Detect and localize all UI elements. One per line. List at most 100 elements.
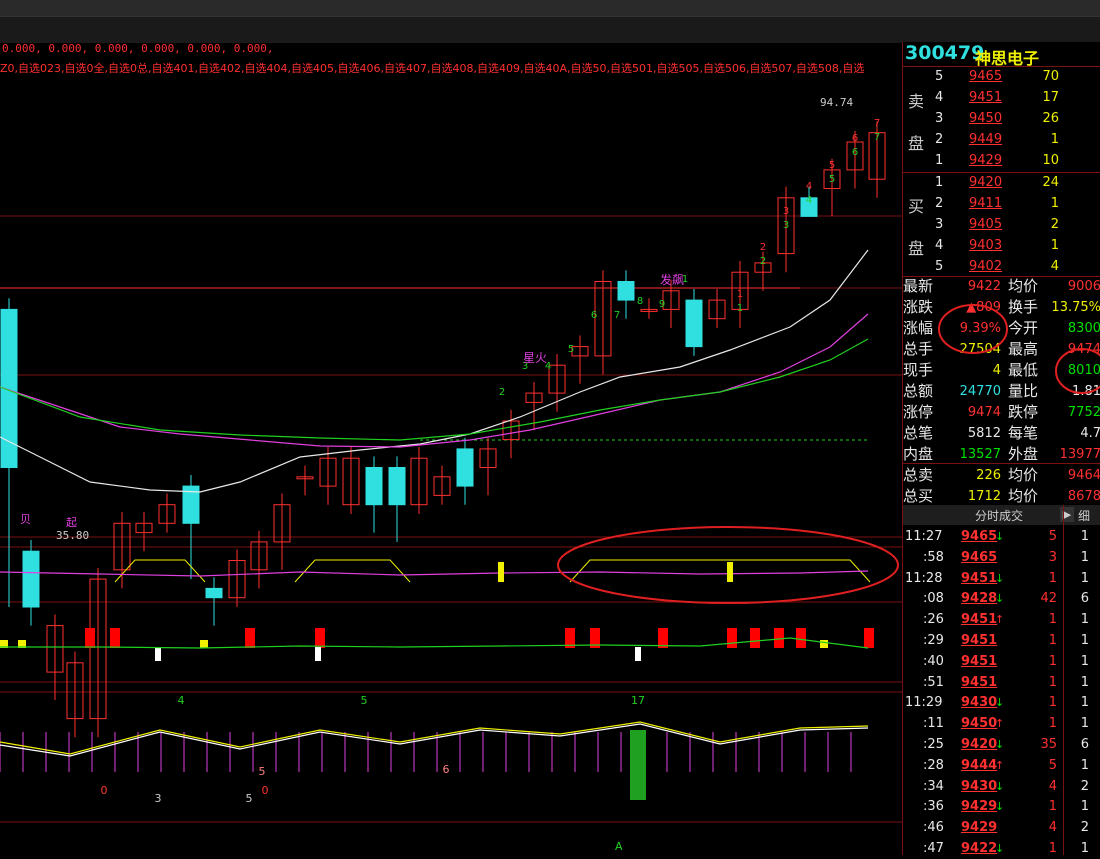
stock-code: 300479: [905, 42, 985, 64]
tick-volume: 1: [1048, 570, 1057, 586]
tick-volume: 1: [1048, 633, 1057, 648]
stat-row: 最新 9422 均价 9006: [903, 276, 1100, 297]
stat-row: 总手 27504 最高 9474: [903, 339, 1100, 360]
stat-value: 8300: [1067, 321, 1100, 336]
indicator2-bar-red: [727, 628, 737, 648]
stat-key: 总手: [903, 340, 934, 358]
chart-canvas[interactable]: 1122334455667723 456 78 914 5 1703 505 6: [0, 42, 902, 855]
stat-key: 内盘: [903, 445, 934, 463]
order-buy-row[interactable]: 3 9405 2: [903, 214, 1100, 235]
detail-button[interactable]: 细: [1078, 507, 1090, 524]
level-num: 3: [935, 111, 944, 126]
order-buy-row[interactable]: 2 9411 1: [903, 193, 1100, 214]
stat-key: 现手: [903, 361, 934, 379]
stat-key: 换手: [1008, 298, 1039, 316]
level-num: 5: [935, 69, 944, 84]
tick-row[interactable]: :40 9451 1 1: [903, 651, 1100, 672]
tick-price: 9451: [961, 674, 998, 690]
order-sell-row[interactable]: 3 9450 26: [903, 108, 1100, 129]
tick-time: :34: [923, 778, 944, 794]
sell-price: 9429: [969, 153, 1003, 168]
indicator2-bar-white: [635, 647, 641, 661]
stat-value: ▲809: [966, 300, 1001, 315]
kline-chart-area[interactable]: 0.000, 0.000, 0.000, 0.000, 0.000, 0.000…: [0, 42, 902, 855]
stat-key: 总卖: [903, 466, 934, 484]
level-num: 1: [935, 175, 944, 190]
indicator2-line: [0, 637, 869, 649]
signal-letter-a: A: [615, 840, 623, 853]
order-buy-row[interactable]: 1 9420 24: [903, 172, 1100, 193]
indicator2-bar-red: [245, 628, 255, 648]
tick-time: :36: [923, 799, 944, 815]
count-label-mid: 8: [637, 296, 643, 307]
ticks-header[interactable]: 分时成交 ▶ 细: [903, 505, 1100, 525]
tick-row[interactable]: :29 9451 1 1: [903, 630, 1100, 651]
level-num: 4: [935, 238, 944, 253]
tick-row[interactable]: :11 9450 ↑ 1 1: [903, 713, 1100, 734]
level-num: 1: [935, 153, 944, 168]
count-label-mid: 9: [659, 299, 665, 310]
annotation-bei: 贝: [20, 513, 31, 526]
tick-row[interactable]: :47 9422 ↓ 1 1: [903, 838, 1100, 859]
tick-price: 9429: [961, 799, 998, 815]
tick-volume: 35: [1040, 737, 1057, 752]
order-sell-row[interactable]: 5 9465 70: [903, 66, 1100, 87]
tick-row[interactable]: 11:28 9451 ↓ 1 1: [903, 568, 1100, 589]
tick-volume: 3: [1048, 549, 1057, 565]
stat-value: 9006: [1067, 279, 1100, 294]
indicator2-bar-white: [315, 647, 321, 661]
tick-time: :28: [923, 757, 944, 773]
stat-row: 涨跌 ▲809 换手 13.75%: [903, 297, 1100, 318]
tick-row[interactable]: 11:29 9430 ↓ 1 1: [903, 692, 1100, 713]
tick-price: 9429: [961, 820, 998, 836]
tick-row[interactable]: :25 9420 ↓ 35 6: [903, 734, 1100, 755]
annotation-fabiao: 发飙: [660, 273, 685, 287]
level-num: 3: [935, 217, 944, 232]
stat-key: 均价: [1008, 466, 1039, 484]
tick-price: 9451: [961, 612, 998, 628]
tick-row[interactable]: 11:27 9465 ↓ 5 1: [903, 526, 1100, 547]
ticks-header-label[interactable]: 分时成交: [975, 507, 1023, 524]
tick-row[interactable]: :08 9428 ↓ 42 6: [903, 588, 1100, 609]
buy-volume: 2: [1050, 217, 1059, 232]
sell-volume: 1: [1050, 132, 1059, 147]
stat-key: 每笔: [1008, 424, 1039, 442]
tick-row[interactable]: :34 9430 ↓ 4 2: [903, 776, 1100, 797]
tick-row[interactable]: :46 9429 4 2: [903, 817, 1100, 838]
low-price-label: 35.80: [56, 529, 90, 542]
tick-volume: 1: [1048, 799, 1057, 815]
tick-time: :58: [923, 549, 944, 565]
order-buy-row[interactable]: 5 9402 4: [903, 256, 1100, 277]
count-label-green: 2: [760, 256, 766, 267]
tick-count: 2: [1080, 820, 1089, 836]
order-sell-row[interactable]: 1 9429 10: [903, 150, 1100, 171]
indicator1-bar: [727, 562, 733, 582]
high-price-label: 94.74: [820, 96, 854, 109]
order-buy-row[interactable]: 4 9403 1: [903, 235, 1100, 256]
stat-value: 5812: [967, 426, 1001, 441]
tick-count: 1: [1080, 695, 1089, 711]
sell-label-1: 卖: [908, 92, 925, 111]
tick-volume: 5: [1048, 757, 1057, 773]
tick-count: 1: [1080, 549, 1089, 565]
tick-volume: 1: [1048, 674, 1057, 690]
count-label-red: 4: [806, 181, 812, 192]
tick-row[interactable]: :26 9451 ↑ 1 1: [903, 609, 1100, 630]
stat-key: 涨停: [903, 403, 934, 421]
stat-value: 9422: [967, 279, 1001, 294]
tick-row[interactable]: :58 9465 3 1: [903, 547, 1100, 568]
tick-row[interactable]: :28 9444 ↑ 5 1: [903, 755, 1100, 776]
stat-row: 总买 1712 均价 8678: [903, 486, 1100, 507]
tick-volume: 4: [1048, 778, 1057, 794]
order-sell-row[interactable]: 2 9449 1: [903, 129, 1100, 150]
arrow-down-icon: ↓: [995, 800, 1005, 814]
tick-volume: 1: [1048, 695, 1057, 711]
tick-row[interactable]: :36 9429 ↓ 1 1: [903, 796, 1100, 817]
tick-time: :51: [923, 674, 944, 690]
tick-row[interactable]: :51 9451 1 1: [903, 672, 1100, 693]
candle-down: [388, 467, 406, 506]
arrow-down-icon: ↓: [995, 779, 1005, 793]
order-sell-row[interactable]: 4 9451 17: [903, 87, 1100, 108]
stat-value: 9474: [1067, 342, 1100, 357]
stat-value: 4: [992, 363, 1001, 378]
